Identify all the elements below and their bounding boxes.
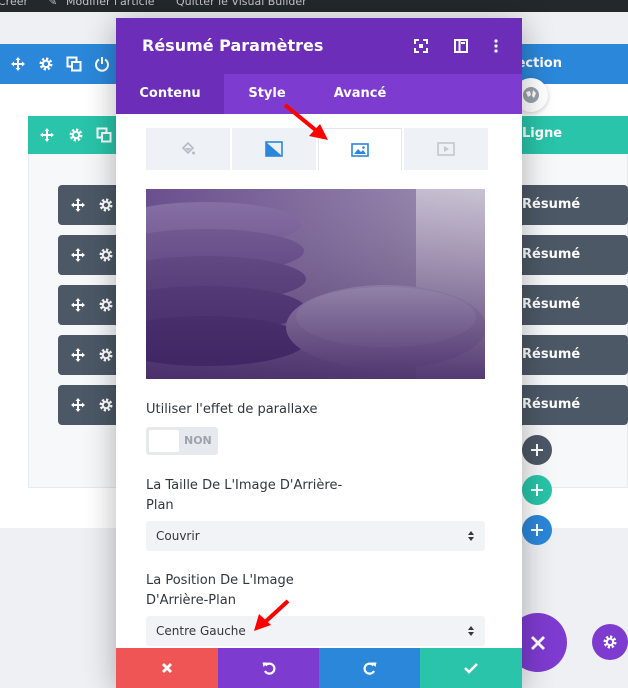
globe-icon	[523, 87, 539, 103]
add-module-button[interactable]	[522, 435, 552, 465]
move-icon[interactable]	[10, 56, 26, 72]
image-icon	[351, 142, 369, 157]
move-icon[interactable]	[70, 247, 86, 263]
gradient-icon	[265, 141, 283, 157]
modal-footer	[116, 648, 522, 688]
image-size-label-line2: Plan	[146, 498, 174, 513]
close-icon	[162, 663, 172, 673]
toggle-state: NON	[184, 434, 212, 447]
duplicate-icon[interactable]	[66, 56, 82, 72]
redo-button[interactable]	[319, 648, 421, 688]
gear-icon[interactable]	[98, 197, 114, 213]
tab-contenu[interactable]: Contenu	[116, 74, 224, 114]
fullscreen-icon[interactable]	[413, 38, 429, 54]
top-bar-create[interactable]: Créer	[0, 0, 28, 8]
top-bar-exit-builder[interactable]: Quitter le Visual Builder	[176, 0, 307, 8]
plus-icon	[531, 444, 543, 456]
toggle-knob	[149, 430, 179, 452]
row-label: Ligne	[522, 126, 563, 141]
gear-icon[interactable]	[38, 56, 54, 72]
gear-icon[interactable]	[68, 127, 84, 143]
gear-icon[interactable]	[98, 347, 114, 363]
pencil-icon: ✎	[48, 0, 58, 8]
redo-icon	[363, 662, 377, 675]
image-position-select[interactable]: Centre Gauche	[146, 616, 485, 646]
image-position-label-line2: D'Arrière-Plan	[146, 593, 236, 608]
top-bar-edit-article[interactable]: Modifier l'article	[66, 0, 155, 8]
move-icon[interactable]	[39, 127, 55, 143]
module-label: Résumé	[522, 197, 581, 212]
check-icon	[464, 663, 478, 674]
save-button[interactable]	[420, 648, 522, 688]
admin-top-bar: Créer ✎ Modifier l'article Quitter le Vi…	[0, 0, 628, 12]
undo-icon	[262, 662, 276, 675]
close-icon	[530, 635, 545, 650]
background-image-preview[interactable]	[146, 189, 485, 379]
cancel-button[interactable]	[116, 648, 218, 688]
image-position-label-line1: La Position De L'Image	[146, 573, 294, 588]
gear-icon[interactable]	[98, 297, 114, 313]
select-arrows-icon	[468, 626, 474, 636]
bg-tab-color[interactable]	[146, 128, 230, 170]
modal-title: Résumé Paramètres	[142, 36, 324, 55]
parallax-toggle[interactable]: NON	[146, 427, 218, 455]
duplicate-icon[interactable]	[96, 127, 112, 143]
power-icon[interactable]	[94, 56, 110, 72]
split-view-icon[interactable]	[453, 38, 469, 54]
module-label: Résumé	[522, 397, 581, 412]
image-size-select[interactable]: Couvrir	[146, 521, 485, 551]
gear-icon[interactable]	[98, 397, 114, 413]
annotation-arrow-icon	[254, 599, 290, 631]
module-label: Résumé	[522, 297, 581, 312]
annotation-arrow-icon	[283, 103, 328, 140]
move-icon[interactable]	[70, 297, 86, 313]
more-options-icon[interactable]	[488, 38, 504, 54]
move-icon[interactable]	[70, 197, 86, 213]
modal-header: Résumé Paramètres	[116, 18, 522, 74]
undo-button[interactable]	[218, 648, 320, 688]
image-size-value: Couvrir	[156, 529, 200, 543]
gear-icon[interactable]	[98, 247, 114, 263]
select-arrows-icon	[468, 531, 474, 541]
gear-icon	[603, 635, 617, 649]
move-icon[interactable]	[70, 347, 86, 363]
paint-bucket-icon	[181, 141, 195, 155]
parallax-label: Utiliser l'effet de parallaxe	[146, 402, 318, 417]
image-position-value: Centre Gauche	[156, 624, 246, 638]
module-label: Résumé	[522, 247, 581, 262]
bg-tab-video[interactable]	[404, 128, 488, 170]
image-size-label-line1: La Taille De L'Image D'Arrière-	[146, 478, 343, 493]
video-icon	[437, 142, 455, 156]
plus-icon	[531, 484, 543, 496]
plus-icon	[531, 524, 543, 536]
page-settings-button[interactable]	[592, 624, 628, 660]
add-row-button[interactable]	[522, 475, 552, 505]
move-icon[interactable]	[70, 397, 86, 413]
module-label: Résumé	[522, 347, 581, 362]
add-section-button[interactable]	[522, 515, 552, 545]
